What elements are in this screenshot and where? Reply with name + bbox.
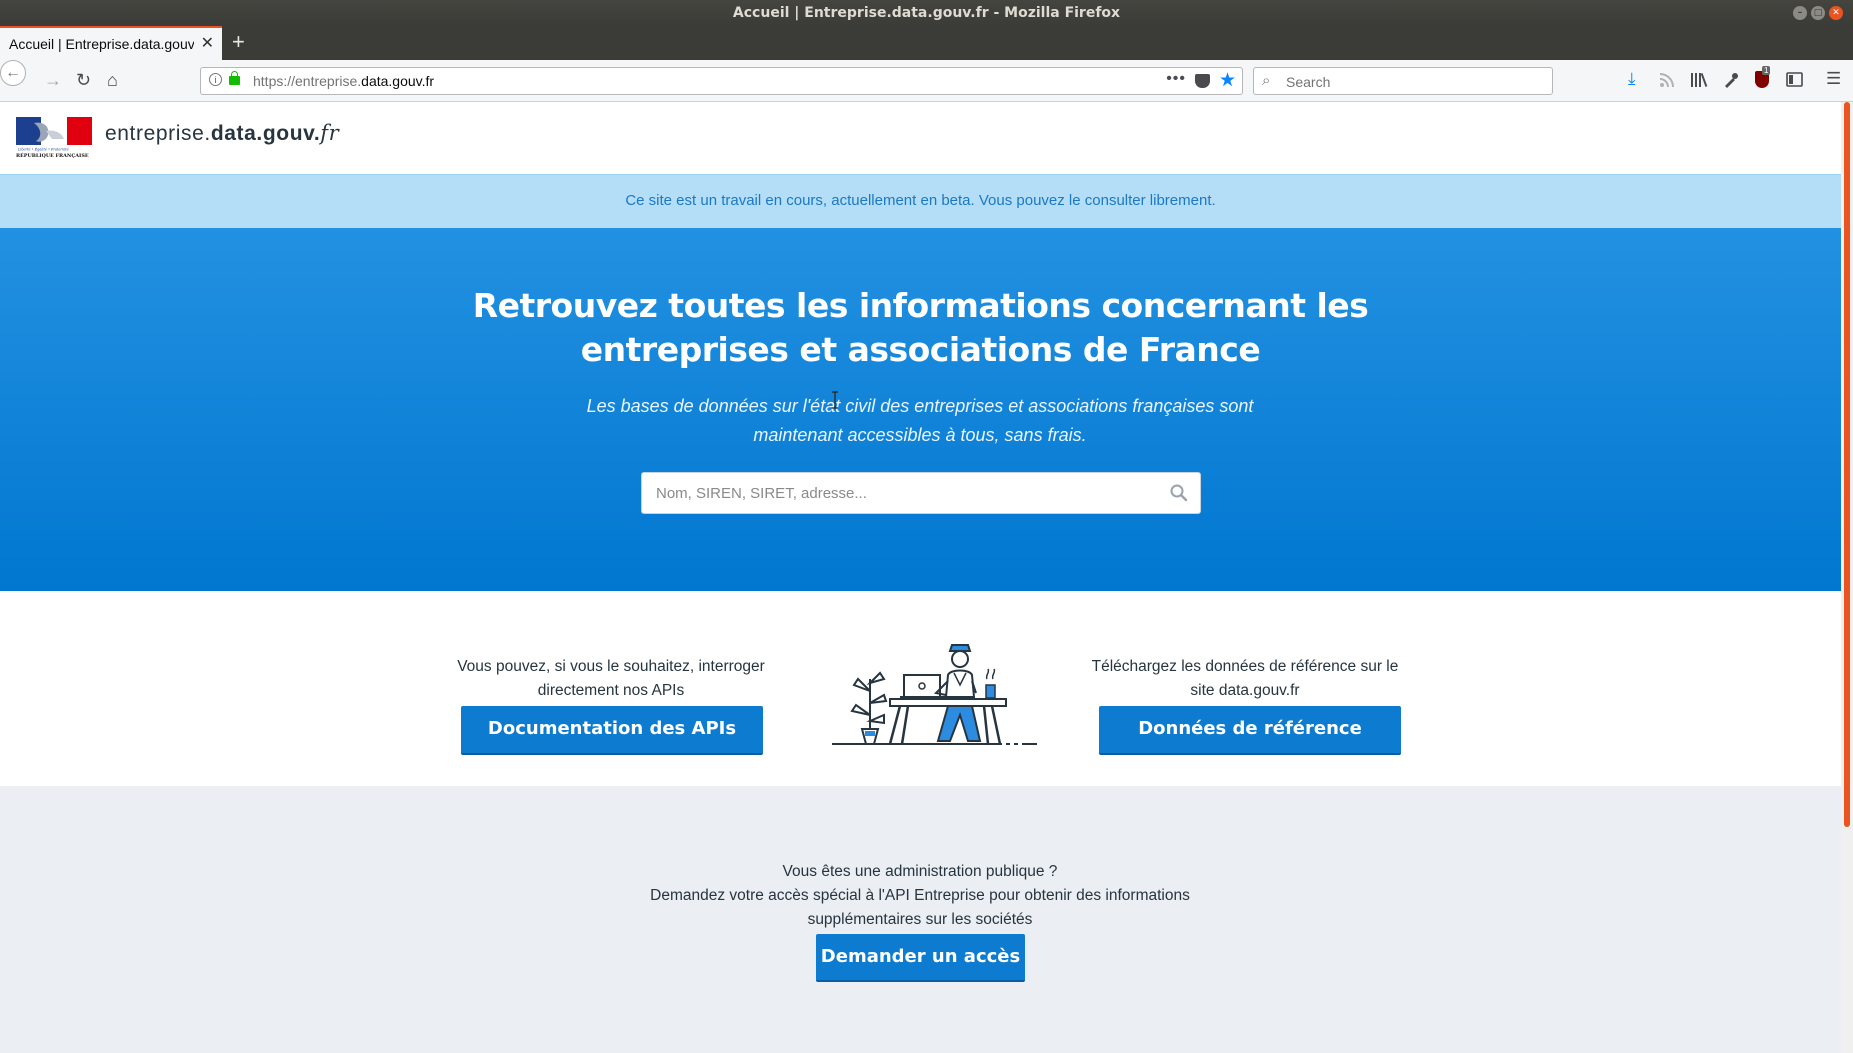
company-search-box [641,472,1201,514]
close-window-button[interactable]: ✕ [1829,6,1843,20]
admin-question: Vous êtes une administration publique ? [782,863,1058,880]
browser-search-input[interactable]: ⌕ Search [1253,67,1553,95]
bookmark-star-icon[interactable]: ★ [1219,69,1236,92]
minimize-window-button[interactable]: – [1793,6,1807,20]
site-name[interactable]: entreprise.data.gouv.fr [105,121,339,146]
hero-title: Retrouvez toutes les informations concer… [472,286,1369,369]
data-description: Téléchargez les données de référence sur… [1091,658,1399,699]
download-icon[interactable]: ⤓ [1628,69,1636,89]
scrollbar-thumb[interactable] [1844,102,1850,827]
pocket-icon[interactable] [1195,74,1210,88]
reload-icon[interactable]: ↻ [76,70,91,91]
library-icon[interactable] [1690,72,1708,88]
url-text[interactable]: https://entreprise.data.gouv.fr [253,73,434,89]
site-header: Liberté • Égalité • Fraternité RÉPUBLIQU… [0,102,1841,174]
developer-desk-illustration [832,644,1037,745]
ublock-badge: 1 [1762,66,1771,75]
page-scrollbar[interactable] [1841,102,1853,1053]
beta-banner-text: Ce site est un travail en cours, actuell… [625,192,1216,209]
sidebar-icon[interactable] [1786,72,1803,87]
url-bar[interactable]: i https://entreprise.data.gouv.fr ••• ★ [200,67,1243,95]
api-description: Vous pouvez, si vous le souhaitez, inter… [457,658,765,699]
tab-title: Accueil | Entreprise.data.gouv.fr [9,36,194,52]
admin-section: Vous êtes une administration publique ? … [0,786,1841,1053]
eyedropper-icon[interactable] [1723,72,1739,88]
tab-bar: Accueil | Entreprise.data.gouv.fr ✕ + [0,26,1853,60]
ublock-icon[interactable]: 1 [1755,66,1771,88]
text-cursor-icon [832,391,838,409]
admin-explanation: Demandez votre accès spécial à l'API Ent… [650,887,1190,928]
search-icon[interactable] [1168,482,1190,504]
lock-icon[interactable] [229,71,240,85]
svg-text:RÉPUBLIQUE FRANÇAISE: RÉPUBLIQUE FRANÇAISE [16,151,89,159]
search-icon: ⌕ [1262,72,1271,89]
navigation-toolbar: ← → ↻ ⌂ i https://entreprise.data.gouv.f… [0,60,1853,102]
browser-search-placeholder: Search [1286,74,1331,90]
tab-accueil[interactable]: Accueil | Entreprise.data.gouv.fr ✕ [0,26,222,60]
svg-text:Liberté • Égalité • Fraternité: Liberté • Égalité • Fraternité [17,147,69,152]
rss-icon[interactable] [1659,72,1675,88]
hero-section: Retrouvez toutes les informations concer… [0,228,1841,591]
company-search-input[interactable] [642,473,1162,513]
back-icon[interactable]: ← [0,60,26,86]
info-icon[interactable]: i [209,73,222,86]
new-tab-icon[interactable]: + [232,29,245,55]
cta-section: Vous pouvez, si vous le souhaitez, inter… [0,591,1841,786]
home-icon[interactable]: ⌂ [107,70,118,91]
maximize-window-button[interactable]: □ [1811,6,1825,20]
reference-data-button[interactable]: Données de référence [1099,706,1401,755]
marianne-logo[interactable]: Liberté • Égalité • Fraternité RÉPUBLIQU… [16,117,92,159]
more-icon[interactable]: ••• [1166,70,1186,88]
admin-description: Vous êtes une administration publique ? … [620,860,1220,932]
request-access-button[interactable]: Demander un accès [816,934,1025,982]
tab-close-icon[interactable]: ✕ [201,33,214,53]
menu-icon[interactable]: ☰ [1826,69,1841,89]
window-titlebar: Accueil | Entreprise.data.gouv.fr - Mozi… [0,0,1853,26]
beta-banner: Ce site est un travail en cours, actuell… [0,174,1841,228]
forward-icon[interactable]: → [44,70,62,91]
hero-subtitle: Les bases de données sur l'état civil de… [586,396,1254,445]
window-title: Accueil | Entreprise.data.gouv.fr - Mozi… [732,5,1121,21]
web-page: Liberté • Égalité • Fraternité RÉPUBLIQU… [0,102,1853,1053]
api-documentation-button[interactable]: Documentation des APIs [461,706,763,755]
